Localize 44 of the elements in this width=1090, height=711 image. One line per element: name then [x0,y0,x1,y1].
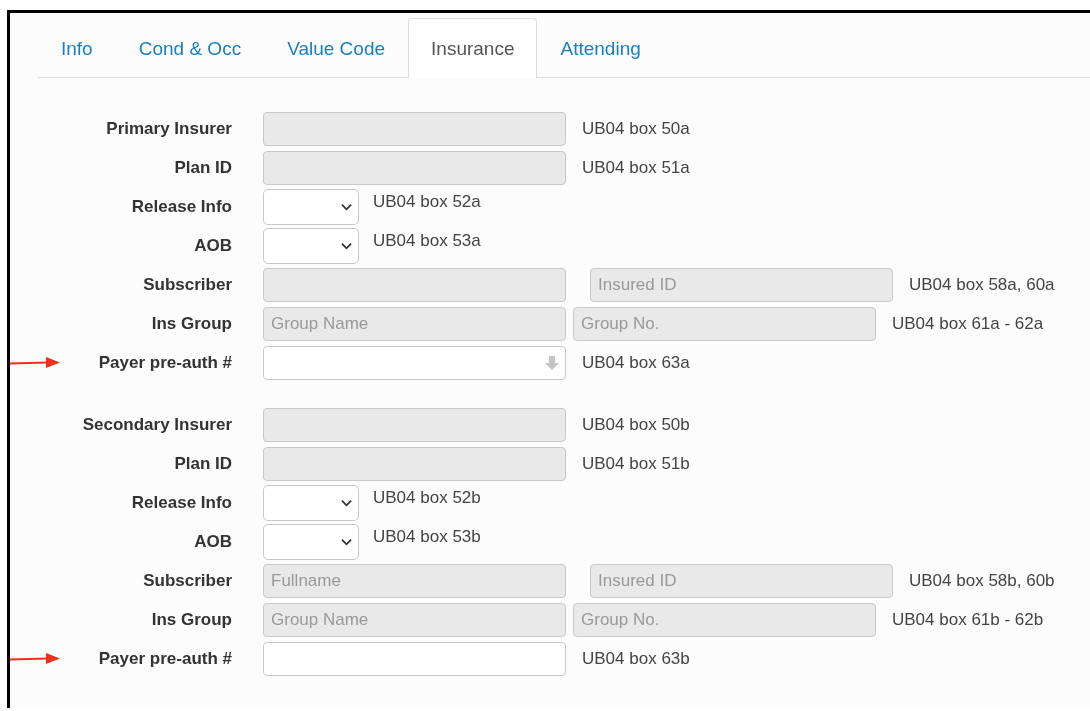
select-field[interactable] [263,227,359,264]
field-hint: UB04 box 52b [373,487,481,508]
field-label: AOB [194,235,232,256]
field-label: Ins Group [151,313,232,334]
input-field[interactable] [263,345,566,380]
field-label: Subscriber [143,274,232,295]
field-label: Release Info [131,492,232,513]
field-label: Secondary Insurer [82,414,232,435]
chevron-down-icon [341,241,352,250]
input-field[interactable] [263,641,566,676]
tab[interactable]: Value Code [264,19,409,78]
field-hint: UB04 box 58b, 60b [909,570,1055,591]
field-hint: UB04 box 58a, 60a [909,274,1055,295]
field-label: Payer pre-auth # [98,648,232,669]
field-hint: UB04 box 53a [373,230,481,251]
field-label: AOB [194,531,232,552]
field-label: Plan ID [174,157,232,178]
tab[interactable]: Attending [537,19,664,78]
field-hint: UB04 box 61a - 62a [892,313,1044,334]
field-hint: UB04 box 63a [582,352,690,373]
select-field[interactable] [263,484,359,521]
tab[interactable]: Info [38,19,116,78]
field-label: Primary Insurer [106,118,232,139]
select-field[interactable] [263,523,359,560]
field-hint: UB04 box 52a [373,191,481,212]
field-label: Payer pre-auth # [98,352,232,373]
tab[interactable]: Insurance [408,18,538,78]
field-hint: UB04 box 61b - 62b [892,609,1044,630]
download-icon [544,354,560,371]
field-hint: UB04 box 50a [582,118,690,139]
field-label: Ins Group [151,609,232,630]
field-hint: UB04 box 50b [582,414,690,435]
field-label: Release Info [131,196,232,217]
field-label: Subscriber [143,570,232,591]
tab[interactable]: Cond & Occ [115,19,265,78]
chevron-down-icon [341,202,352,211]
select-field[interactable] [263,188,359,225]
chevron-down-icon [341,537,352,546]
field-hint: UB04 box 51a [582,157,690,178]
field-label: Plan ID [174,453,232,474]
field-hint: UB04 box 51b [582,453,690,474]
field-hint: UB04 box 63b [582,648,690,669]
chevron-down-icon [341,498,352,507]
field-hint: UB04 box 53b [373,526,481,547]
